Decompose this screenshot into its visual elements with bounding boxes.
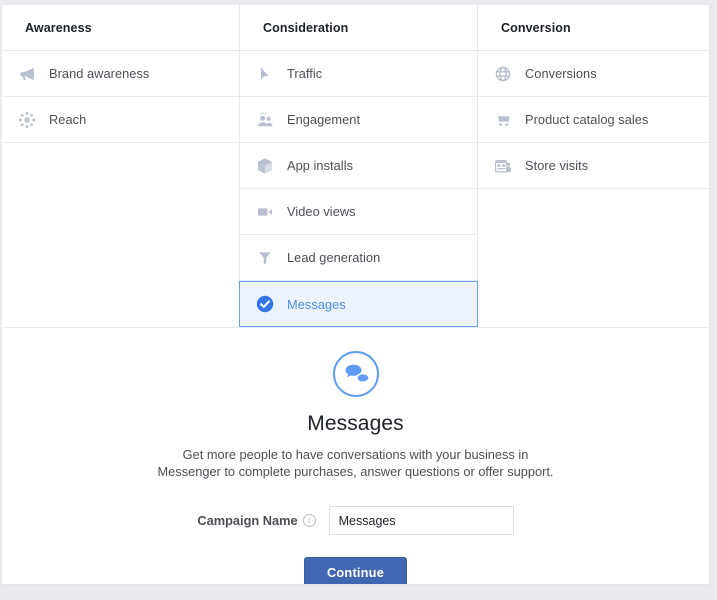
cube-icon <box>253 154 277 178</box>
globe-icon <box>491 62 515 86</box>
column-filler <box>2 281 239 327</box>
objective-detail-panel: Messages Get more people to have convers… <box>2 328 709 585</box>
campaign-name-input[interactable] <box>329 506 514 535</box>
funnel-icon <box>253 246 277 270</box>
objective-label: Conversions <box>525 66 597 81</box>
objective-label: Product catalog sales <box>525 112 648 127</box>
video-camera-icon <box>253 200 277 224</box>
objective-label: Store visits <box>525 158 588 173</box>
column-header-consideration: Consideration <box>240 5 477 51</box>
objective-app-installs[interactable]: App installs <box>240 143 477 189</box>
objective-label: Messages <box>287 297 346 312</box>
campaign-name-form-row: Campaign Name i <box>2 506 709 535</box>
objective-label: Brand awareness <box>49 66 149 81</box>
speech-bubbles-circle-icon <box>332 350 380 398</box>
page-title: Messages <box>2 412 709 436</box>
objective-traffic[interactable]: Traffic <box>240 51 477 97</box>
column-filler <box>2 235 239 281</box>
objective-label: App installs <box>287 158 353 173</box>
continue-button-wrapper: Continue <box>2 557 709 585</box>
objective-column-conversion: Conversion Conversions <box>478 5 710 327</box>
cursor-icon <box>253 62 277 86</box>
campaign-objective-page: Awareness Brand awareness <box>0 0 717 600</box>
info-icon[interactable]: i <box>303 514 316 527</box>
objective-label: Traffic <box>287 66 322 81</box>
objective-product-catalog-sales[interactable]: Product catalog sales <box>478 97 710 143</box>
objective-column-consideration: Consideration Traffic <box>240 5 478 327</box>
objective-label: Lead generation <box>287 250 380 265</box>
campaign-name-label: Campaign Name <box>197 513 297 528</box>
storefront-icon <box>491 154 515 178</box>
megaphone-icon <box>15 62 39 86</box>
objective-label: Engagement <box>287 112 360 127</box>
column-filler <box>478 235 710 281</box>
objective-column-awareness: Awareness Brand awareness <box>2 5 240 327</box>
objective-conversions[interactable]: Conversions <box>478 51 710 97</box>
objective-video-views[interactable]: Video views <box>240 189 477 235</box>
objective-lead-generation[interactable]: Lead generation <box>240 235 477 281</box>
people-icon <box>253 108 277 132</box>
objective-messages[interactable]: Messages <box>239 281 478 327</box>
column-header-conversion: Conversion <box>478 5 710 51</box>
check-circle-icon <box>253 292 277 316</box>
column-filler <box>478 189 710 235</box>
objective-engagement[interactable]: Engagement <box>240 97 477 143</box>
objective-store-visits[interactable]: Store visits <box>478 143 710 189</box>
objective-description: Get more people to have conversations wi… <box>156 446 556 480</box>
shopping-cart-icon <box>491 108 515 132</box>
objective-label: Video views <box>287 204 356 219</box>
objective-label: Reach <box>49 112 86 127</box>
continue-button[interactable]: Continue <box>304 557 407 585</box>
column-filler <box>478 281 710 327</box>
reach-burst-icon <box>15 108 39 132</box>
objective-reach[interactable]: Reach <box>2 97 239 143</box>
objective-grid: Awareness Brand awareness <box>2 5 709 328</box>
objective-card: Awareness Brand awareness <box>2 5 710 585</box>
column-filler <box>2 143 239 189</box>
objective-brand-awareness[interactable]: Brand awareness <box>2 51 239 97</box>
column-filler <box>2 189 239 235</box>
column-header-awareness: Awareness <box>2 5 239 51</box>
